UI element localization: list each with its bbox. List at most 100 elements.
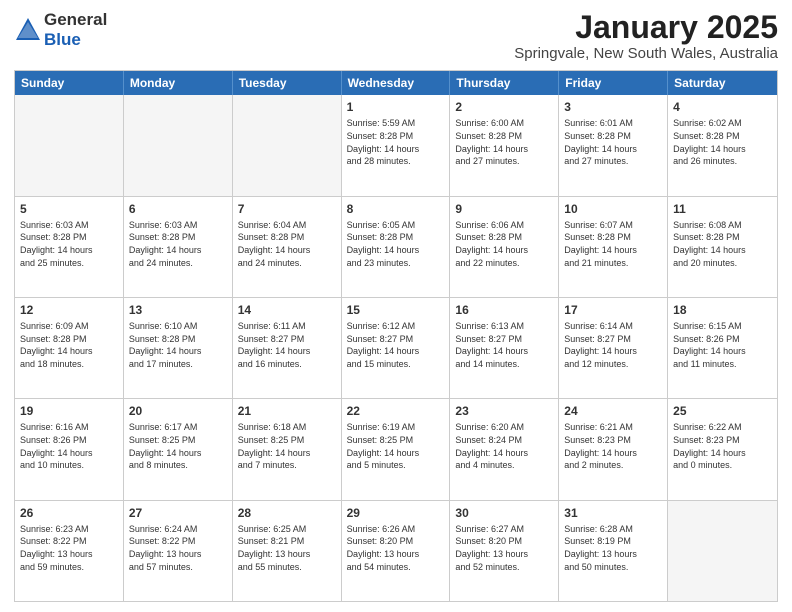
day-info: Sunrise: 6:15 AM Sunset: 8:26 PM Dayligh… bbox=[673, 320, 772, 370]
day-cell-12: 12Sunrise: 6:09 AM Sunset: 8:28 PM Dayli… bbox=[15, 298, 124, 398]
day-info: Sunrise: 6:27 AM Sunset: 8:20 PM Dayligh… bbox=[455, 523, 553, 573]
day-cell-27: 27Sunrise: 6:24 AM Sunset: 8:22 PM Dayli… bbox=[124, 501, 233, 601]
day-number: 31 bbox=[564, 505, 662, 521]
location: Springvale, New South Wales, Australia bbox=[514, 45, 778, 62]
day-number: 24 bbox=[564, 403, 662, 419]
month-title: January 2025 bbox=[514, 10, 778, 45]
day-number: 23 bbox=[455, 403, 553, 419]
day-info: Sunrise: 6:03 AM Sunset: 8:28 PM Dayligh… bbox=[129, 219, 227, 269]
day-cell-22: 22Sunrise: 6:19 AM Sunset: 8:25 PM Dayli… bbox=[342, 399, 451, 499]
week-row-1: 1 Sunrise: 5:59 AM Sunset: 8:28 PM Daylig… bbox=[15, 95, 777, 195]
calendar: SundayMondayTuesdayWednesdayThursdayFrid… bbox=[14, 70, 778, 602]
day-number: 6 bbox=[129, 201, 227, 217]
day-number: 26 bbox=[20, 505, 118, 521]
day-info: Sunrise: 6:22 AM Sunset: 8:23 PM Dayligh… bbox=[673, 421, 772, 471]
week-row-2: 5 Sunrise: 6:03 AM Sunset: 8:28 PM Daylig… bbox=[15, 196, 777, 297]
day-number: 1 bbox=[347, 99, 445, 115]
day-number: 30 bbox=[455, 505, 553, 521]
week-row-3: 12Sunrise: 6:09 AM Sunset: 8:28 PM Dayli… bbox=[15, 297, 777, 398]
day-number: 27 bbox=[129, 505, 227, 521]
day-cell-7: 7 Sunrise: 6:04 AM Sunset: 8:28 PM Daylig… bbox=[233, 197, 342, 297]
day-number: 19 bbox=[20, 403, 118, 419]
day-number: 21 bbox=[238, 403, 336, 419]
day-info: Sunrise: 6:18 AM Sunset: 8:25 PM Dayligh… bbox=[238, 421, 336, 471]
day-cell-30: 30 Sunrise: 6:27 AM Sunset: 8:20 PM Dayli… bbox=[450, 501, 559, 601]
day-info: Sunrise: 6:08 AM Sunset: 8:28 PM Dayligh… bbox=[673, 219, 772, 269]
day-info: Sunrise: 6:28 AM Sunset: 8:19 PM Dayligh… bbox=[564, 523, 662, 573]
day-number: 9 bbox=[455, 201, 553, 217]
day-number: 5 bbox=[20, 201, 118, 217]
day-number: 14 bbox=[238, 302, 336, 318]
day-info: Sunrise: 5:59 AM Sunset: 8:28 PM Dayligh… bbox=[347, 117, 445, 167]
day-info: Sunrise: 6:13 AM Sunset: 8:27 PM Dayligh… bbox=[455, 320, 553, 370]
day-cell-23: 23 Sunrise: 6:20 AM Sunset: 8:24 PM Dayli… bbox=[450, 399, 559, 499]
day-cell-19: 19 Sunrise: 6:16 AM Sunset: 8:26 PM Dayli… bbox=[15, 399, 124, 499]
day-info: Sunrise: 6:07 AM Sunset: 8:28 PM Dayligh… bbox=[564, 219, 662, 269]
day-info: Sunrise: 6:21 AM Sunset: 8:23 PM Dayligh… bbox=[564, 421, 662, 471]
day-number: 28 bbox=[238, 505, 336, 521]
day-header-sunday: Sunday bbox=[15, 71, 124, 95]
day-number: 16 bbox=[455, 302, 553, 318]
title-block: January 2025 Springvale, New South Wales… bbox=[514, 10, 778, 62]
day-number: 13 bbox=[129, 302, 227, 318]
day-info: Sunrise: 6:16 AM Sunset: 8:26 PM Dayligh… bbox=[20, 421, 118, 471]
day-cell-2: 2 Sunrise: 6:00 AM Sunset: 8:28 PM Daylig… bbox=[450, 95, 559, 195]
day-info: Sunrise: 6:10 AM Sunset: 8:28 PM Dayligh… bbox=[129, 320, 227, 370]
day-cell-10: 10 Sunrise: 6:07 AM Sunset: 8:28 PM Dayli… bbox=[559, 197, 668, 297]
week-row-5: 26 Sunrise: 6:23 AM Sunset: 8:22 PM Dayli… bbox=[15, 500, 777, 601]
day-info: Sunrise: 6:20 AM Sunset: 8:24 PM Dayligh… bbox=[455, 421, 553, 471]
day-cell-31: 31 Sunrise: 6:28 AM Sunset: 8:19 PM Dayli… bbox=[559, 501, 668, 601]
day-cell-6: 6 Sunrise: 6:03 AM Sunset: 8:28 PM Daylig… bbox=[124, 197, 233, 297]
day-cell-15: 15 Sunrise: 6:12 AM Sunset: 8:27 PM Dayli… bbox=[342, 298, 451, 398]
day-number: 7 bbox=[238, 201, 336, 217]
day-number: 3 bbox=[564, 99, 662, 115]
day-header-thursday: Thursday bbox=[450, 71, 559, 95]
day-number: 8 bbox=[347, 201, 445, 217]
day-info: Sunrise: 6:02 AM Sunset: 8:28 PM Dayligh… bbox=[673, 117, 772, 167]
day-number: 10 bbox=[564, 201, 662, 217]
day-number: 18 bbox=[673, 302, 772, 318]
day-info: Sunrise: 6:26 AM Sunset: 8:20 PM Dayligh… bbox=[347, 523, 445, 573]
day-number: 11 bbox=[673, 201, 772, 217]
day-number: 20 bbox=[129, 403, 227, 419]
day-info: Sunrise: 6:25 AM Sunset: 8:21 PM Dayligh… bbox=[238, 523, 336, 573]
header: General Blue January 2025 Springvale, Ne… bbox=[14, 10, 778, 62]
day-cell-28: 28 Sunrise: 6:25 AM Sunset: 8:21 PM Dayli… bbox=[233, 501, 342, 601]
day-info: Sunrise: 6:04 AM Sunset: 8:28 PM Dayligh… bbox=[238, 219, 336, 269]
day-cell-25: 25 Sunrise: 6:22 AM Sunset: 8:23 PM Dayli… bbox=[668, 399, 777, 499]
day-cell-1: 1 Sunrise: 5:59 AM Sunset: 8:28 PM Daylig… bbox=[342, 95, 451, 195]
day-cell-18: 18 Sunrise: 6:15 AM Sunset: 8:26 PM Dayli… bbox=[668, 298, 777, 398]
day-cell-empty-4-6 bbox=[668, 501, 777, 601]
logo-general-text: General bbox=[44, 10, 107, 29]
day-number: 4 bbox=[673, 99, 772, 115]
day-number: 15 bbox=[347, 302, 445, 318]
week-row-4: 19 Sunrise: 6:16 AM Sunset: 8:26 PM Dayli… bbox=[15, 398, 777, 499]
logo-blue-text: Blue bbox=[44, 30, 81, 49]
calendar-body: 1 Sunrise: 5:59 AM Sunset: 8:28 PM Daylig… bbox=[15, 95, 777, 601]
day-info: Sunrise: 6:14 AM Sunset: 8:27 PM Dayligh… bbox=[564, 320, 662, 370]
day-header-wednesday: Wednesday bbox=[342, 71, 451, 95]
day-header-monday: Monday bbox=[124, 71, 233, 95]
day-cell-16: 16 Sunrise: 6:13 AM Sunset: 8:27 PM Dayli… bbox=[450, 298, 559, 398]
day-info: Sunrise: 6:23 AM Sunset: 8:22 PM Dayligh… bbox=[20, 523, 118, 573]
day-info: Sunrise: 6:12 AM Sunset: 8:27 PM Dayligh… bbox=[347, 320, 445, 370]
day-cell-17: 17Sunrise: 6:14 AM Sunset: 8:27 PM Dayli… bbox=[559, 298, 668, 398]
day-cell-4: 4 Sunrise: 6:02 AM Sunset: 8:28 PM Daylig… bbox=[668, 95, 777, 195]
day-cell-11: 11 Sunrise: 6:08 AM Sunset: 8:28 PM Dayli… bbox=[668, 197, 777, 297]
day-info: Sunrise: 6:01 AM Sunset: 8:28 PM Dayligh… bbox=[564, 117, 662, 167]
day-info: Sunrise: 6:11 AM Sunset: 8:27 PM Dayligh… bbox=[238, 320, 336, 370]
logo-icon bbox=[14, 16, 42, 44]
day-cell-14: 14 Sunrise: 6:11 AM Sunset: 8:27 PM Dayli… bbox=[233, 298, 342, 398]
day-info: Sunrise: 6:17 AM Sunset: 8:25 PM Dayligh… bbox=[129, 421, 227, 471]
day-cell-8: 8Sunrise: 6:05 AM Sunset: 8:28 PM Daylig… bbox=[342, 197, 451, 297]
day-info: Sunrise: 6:00 AM Sunset: 8:28 PM Dayligh… bbox=[455, 117, 553, 167]
day-header-saturday: Saturday bbox=[668, 71, 777, 95]
calendar-header: SundayMondayTuesdayWednesdayThursdayFrid… bbox=[15, 71, 777, 95]
day-number: 2 bbox=[455, 99, 553, 115]
day-info: Sunrise: 6:06 AM Sunset: 8:28 PM Dayligh… bbox=[455, 219, 553, 269]
day-number: 12 bbox=[20, 302, 118, 318]
day-cell-3: 3 Sunrise: 6:01 AM Sunset: 8:28 PM Daylig… bbox=[559, 95, 668, 195]
day-cell-empty-0-1 bbox=[124, 95, 233, 195]
day-cell-empty-0-0 bbox=[15, 95, 124, 195]
day-number: 25 bbox=[673, 403, 772, 419]
